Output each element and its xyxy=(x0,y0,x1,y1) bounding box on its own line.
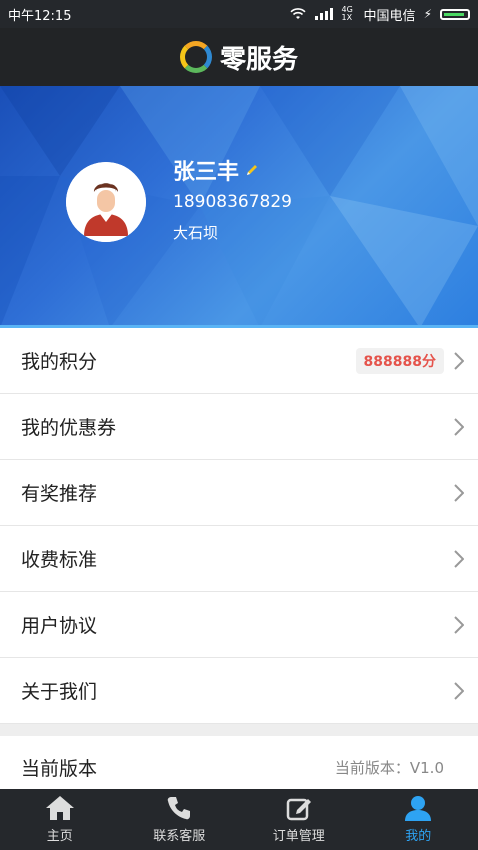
chevron-right-icon xyxy=(454,483,464,502)
user-phone: 18908367829 xyxy=(173,192,292,212)
tab-home[interactable]: 主页 xyxy=(0,789,120,850)
chevron-right-icon xyxy=(454,417,464,436)
menu-item-referral[interactable]: 有奖推荐 xyxy=(0,460,478,526)
tab-label: 联系客服 xyxy=(153,829,206,844)
version-label: 当前版本 xyxy=(21,757,98,780)
chevron-right-icon xyxy=(454,351,464,370)
section-divider xyxy=(0,724,478,736)
version-value: 当前版本：V1.0 xyxy=(334,758,444,777)
app-header: 零服务 xyxy=(0,28,478,86)
tab-mine[interactable]: 我的 xyxy=(359,789,478,850)
user-icon xyxy=(405,796,432,821)
wifi-icon xyxy=(289,8,306,19)
menu-item-label: 我的优惠券 xyxy=(21,417,117,439)
tab-label: 订单管理 xyxy=(272,829,325,844)
home-icon xyxy=(45,796,74,820)
app-logo-icon xyxy=(179,41,212,73)
tab-label: 我的 xyxy=(405,829,432,844)
menu-item-agreement[interactable]: 用户协议 xyxy=(0,592,478,658)
menu-item-label: 有奖推荐 xyxy=(21,483,98,505)
status-bar: 中午12:15 4G 1X 中国电信 ⚡ xyxy=(0,0,478,28)
menu-item-label: 用户协议 xyxy=(21,615,98,637)
menu-item-fees[interactable]: 收费标准 xyxy=(0,526,478,592)
network-type: 4G 1X xyxy=(341,5,353,22)
chevron-right-icon xyxy=(454,681,464,700)
menu-item-label: 我的积分 xyxy=(21,351,98,373)
avatar-person-icon xyxy=(66,162,146,242)
app-title: 零服务 xyxy=(219,44,298,75)
phone-icon xyxy=(167,797,191,820)
status-icons: 4G 1X 中国电信 ⚡ xyxy=(289,5,470,24)
menu-item-label: 收费标准 xyxy=(21,549,98,571)
edit-pencil-icon[interactable] xyxy=(245,163,259,177)
user-location: 大石坝 xyxy=(173,224,219,242)
chevron-right-icon xyxy=(454,549,464,568)
status-time: 中午12:15 xyxy=(8,8,72,24)
points-badge: 888888分 xyxy=(355,347,444,374)
battery-icon xyxy=(440,8,470,20)
tab-label: 主页 xyxy=(46,829,73,844)
menu-item-about[interactable]: 关于我们 xyxy=(0,658,478,724)
user-name: 张三丰 xyxy=(173,160,240,185)
charging-icon: ⚡ xyxy=(423,7,432,21)
menu-item-points[interactable]: 我的积分 888888分 xyxy=(0,328,478,394)
menu-item-right: 888888分 xyxy=(355,347,464,374)
signal-icon xyxy=(314,8,333,20)
menu-item-label: 关于我们 xyxy=(21,681,98,703)
user-name-row: 张三丰 xyxy=(173,154,292,186)
carrier-name: 中国电信 xyxy=(363,8,416,24)
bottom-tab-bar: 主页 联系客服 订单管理 我的 xyxy=(0,789,478,850)
tab-orders[interactable]: 订单管理 xyxy=(239,789,359,850)
user-info: 张三丰 18908367829 大石坝 xyxy=(173,154,292,243)
menu-list: 我的积分 888888分 我的优惠券 有奖推荐 收费标准 用户协议 关于我们 当… xyxy=(0,328,478,798)
chevron-right-icon xyxy=(454,615,464,634)
user-avatar[interactable] xyxy=(66,162,146,242)
banner-divider xyxy=(0,325,478,328)
tab-customer-service[interactable]: 联系客服 xyxy=(120,789,240,850)
edit-icon xyxy=(286,798,311,821)
menu-item-coupons[interactable]: 我的优惠券 xyxy=(0,394,478,460)
profile-banner: 张三丰 18908367829 大石坝 xyxy=(0,86,478,328)
